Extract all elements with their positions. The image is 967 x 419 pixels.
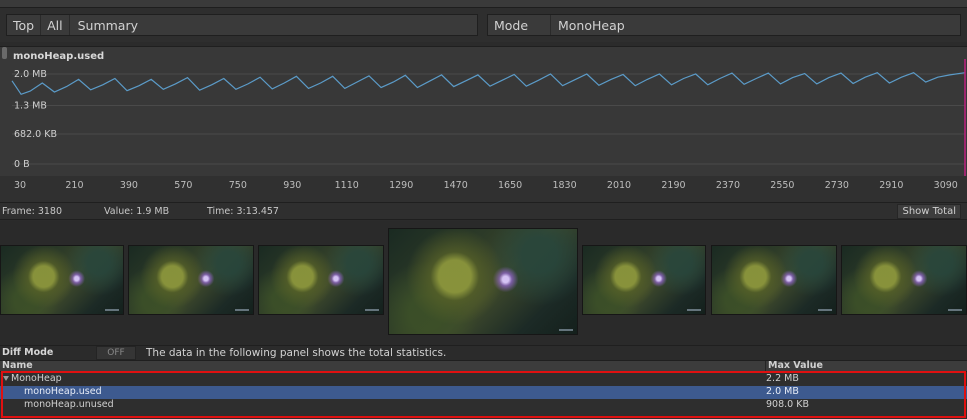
frame-time: Time: 3:13.457 bbox=[207, 206, 279, 217]
table-header: Name Max Value bbox=[0, 360, 967, 373]
table-row[interactable]: monoHeap.unused 908.0 KB bbox=[0, 399, 967, 412]
y-tick-label: 1.3 MB bbox=[14, 101, 47, 112]
frame-thumbnail[interactable] bbox=[582, 245, 706, 315]
diff-mode-label: Diff Mode bbox=[2, 347, 54, 358]
column-header-max-value[interactable]: Max Value bbox=[768, 360, 823, 371]
series-line bbox=[11, 72, 966, 96]
x-tick-label: 2190 bbox=[661, 180, 686, 191]
top-edge bbox=[0, 0, 967, 8]
x-tick-label: 2910 bbox=[879, 180, 904, 191]
x-tick-label: 210 bbox=[65, 180, 84, 191]
row-value: 2.0 MB bbox=[766, 386, 799, 397]
frame-thumbnail[interactable] bbox=[711, 245, 837, 315]
screenshot-strip bbox=[0, 221, 967, 345]
frame-thumbnail[interactable] bbox=[128, 245, 254, 315]
frame-value: Value: 1.9 MB bbox=[104, 206, 170, 217]
diff-mode-bar: Diff Mode OFF The data in the following … bbox=[0, 345, 967, 360]
y-tick-label: 2.0 MB bbox=[14, 69, 47, 80]
mode-label: Mode bbox=[488, 15, 551, 35]
x-tick-label: 2010 bbox=[606, 180, 632, 191]
x-tick-label: 2370 bbox=[715, 180, 741, 191]
frame-info-bar: Frame: 3180 Value: 1.9 MB Time: 3:13.457… bbox=[0, 202, 967, 220]
breadcrumb-all[interactable]: All bbox=[41, 15, 70, 35]
diff-mode-message: The data in the following panel shows th… bbox=[146, 347, 447, 359]
stats-table: MonoHeap 2.2 MB monoHeap.used 2.0 MB mon… bbox=[0, 372, 967, 419]
breadcrumb: Top All Summary bbox=[6, 14, 478, 36]
show-total-button[interactable]: Show Total bbox=[897, 204, 961, 219]
x-tick-label: 1650 bbox=[498, 180, 523, 191]
x-tick-label: 1830 bbox=[552, 180, 577, 191]
x-tick-label: 3090 bbox=[933, 180, 958, 191]
y-tick-label: 0 B bbox=[14, 159, 30, 170]
x-tick-label: 2730 bbox=[824, 180, 849, 191]
frame-thumbnail[interactable] bbox=[258, 245, 384, 315]
diff-mode-toggle[interactable]: OFF bbox=[96, 346, 136, 360]
table-row[interactable]: MonoHeap 2.2 MB bbox=[0, 373, 967, 386]
row-value: 2.2 MB bbox=[766, 373, 799, 384]
mode-value[interactable]: MonoHeap bbox=[551, 15, 625, 35]
table-row[interactable]: monoHeap.used 2.0 MB bbox=[0, 386, 967, 399]
breadcrumb-summary[interactable]: Summary bbox=[70, 15, 144, 35]
row-name: MonoHeap bbox=[11, 373, 62, 384]
row-name: monoHeap.used bbox=[24, 386, 102, 397]
x-tick-label: 30 bbox=[13, 180, 27, 191]
frame-thumbnail[interactable] bbox=[841, 245, 967, 315]
frame-thumbnail-selected[interactable] bbox=[388, 228, 578, 335]
expand-arrow-icon[interactable] bbox=[3, 376, 9, 381]
frame-number: Frame: 3180 bbox=[2, 206, 62, 217]
x-tick-label: 390 bbox=[119, 180, 138, 191]
x-tick-label: 1470 bbox=[443, 180, 468, 191]
frame-thumbnail[interactable] bbox=[0, 245, 124, 315]
breadcrumb-top[interactable]: Top bbox=[7, 15, 42, 35]
row-name: monoHeap.unused bbox=[24, 399, 114, 410]
x-tick-label: 1110 bbox=[334, 180, 359, 191]
x-tick-label: 750 bbox=[228, 180, 247, 191]
x-tick-label: 570 bbox=[174, 180, 193, 191]
x-tick-label: 2550 bbox=[770, 180, 795, 191]
mode-selector[interactable]: Mode MonoHeap bbox=[487, 14, 961, 36]
column-header-name[interactable]: Name bbox=[2, 360, 33, 371]
y-tick-label: 682.0 KB bbox=[14, 129, 57, 140]
x-tick-label: 930 bbox=[283, 180, 302, 191]
x-tick-label: 1290 bbox=[389, 180, 414, 191]
row-value: 908.0 KB bbox=[766, 399, 809, 410]
x-axis bbox=[0, 176, 967, 202]
toolbar: Top All Summary Mode MonoHeap bbox=[0, 8, 967, 42]
